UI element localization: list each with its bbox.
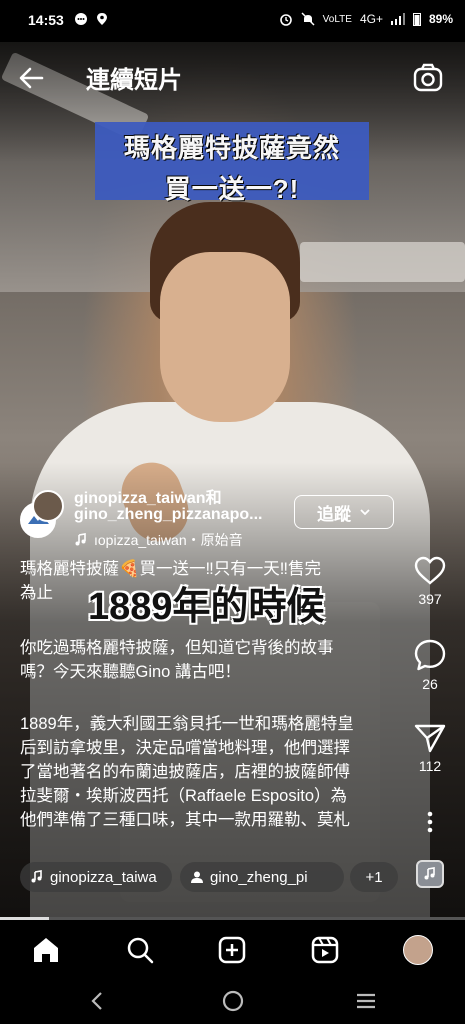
video-subtitle: 1889年的時候 bbox=[88, 586, 325, 628]
battery-icon bbox=[412, 13, 421, 26]
volte-icon: VoLTE bbox=[322, 13, 352, 25]
mute-icon bbox=[301, 12, 315, 26]
chevron-down-icon bbox=[360, 509, 370, 516]
chat-icon bbox=[75, 13, 87, 25]
caption-line: 拉斐爾・埃斯波西托（Raffaele Esposito）為 bbox=[20, 787, 348, 805]
system-recents-icon[interactable] bbox=[354, 990, 378, 1012]
nav-home[interactable] bbox=[31, 935, 61, 965]
more-button[interactable] bbox=[410, 810, 450, 834]
back-arrow-icon bbox=[19, 67, 44, 89]
comment-icon bbox=[414, 639, 446, 671]
home-icon bbox=[34, 938, 58, 962]
comment-button[interactable]: 26 bbox=[410, 638, 450, 692]
signal-icon bbox=[390, 13, 405, 25]
music-chip[interactable]: ginopizza_taiwa bbox=[20, 862, 172, 892]
caption-line: 1889年，義大利國王翁貝托一世和瑪格麗特皇 bbox=[20, 715, 354, 733]
share-icon bbox=[414, 724, 446, 753]
share-button[interactable]: 112 bbox=[410, 722, 450, 774]
alarm-icon bbox=[279, 14, 292, 26]
more-chip-label: +1 bbox=[365, 868, 383, 886]
caption-paragraph[interactable]: 1889年，義大利國王翁貝托一世和瑪格麗特皇 后到訪拿坡里，決定品嚐當地料理，他… bbox=[20, 712, 405, 832]
nav-create[interactable] bbox=[217, 935, 247, 965]
comment-count: 26 bbox=[422, 676, 438, 692]
back-button[interactable] bbox=[16, 60, 52, 96]
system-home-icon[interactable] bbox=[221, 989, 245, 1013]
follow-button[interactable]: 追蹤 bbox=[294, 495, 394, 529]
status-time: 14:53 bbox=[28, 12, 64, 28]
music-note-icon bbox=[75, 533, 86, 546]
reels-icon bbox=[311, 936, 339, 964]
author-name-line-1[interactable]: ginopizza_taiwan和 bbox=[74, 484, 222, 508]
camera-button[interactable] bbox=[410, 60, 446, 96]
battery-percent: 89% bbox=[428, 12, 453, 26]
search-icon bbox=[127, 937, 154, 964]
music-note-icon bbox=[424, 867, 435, 880]
system-icons: VoLTE 4G+ 89% bbox=[279, 12, 453, 26]
more-icon bbox=[427, 811, 433, 833]
location-icon bbox=[97, 13, 107, 25]
network-type: 4G+ bbox=[359, 12, 383, 26]
nav-profile-avatar[interactable] bbox=[403, 935, 433, 965]
notification-icons bbox=[74, 12, 108, 26]
caption-paragraph[interactable]: 你吃過瑪格麗特披薩，但知道它背後的故事 嗎？今天來聽聽Gino 講古吧！ bbox=[20, 636, 405, 684]
banner-line-2: 買一送一?! bbox=[164, 174, 300, 204]
music-note-icon bbox=[31, 870, 42, 883]
like-button[interactable]: 397 bbox=[410, 555, 450, 607]
page-title: 連續短片 bbox=[86, 67, 182, 94]
system-nav-bar bbox=[0, 978, 465, 1024]
create-icon bbox=[218, 936, 246, 964]
more-chip[interactable]: +1 bbox=[350, 862, 398, 892]
video-person-face bbox=[160, 252, 290, 422]
audio-thumbnail[interactable] bbox=[416, 860, 444, 888]
collaborator-chip-label: gino_zheng_pi bbox=[210, 868, 308, 886]
audio-text: ıopizza_taiwan・原始音 bbox=[94, 532, 243, 548]
nav-search[interactable] bbox=[125, 935, 155, 965]
video-title-banner: 瑪格麗特披薩竟然 買一送一?! bbox=[95, 122, 369, 204]
caption-line: 了當地著名的布蘭迪披薩店，店裡的披薩師傅 bbox=[20, 763, 350, 781]
avatar[interactable] bbox=[32, 490, 64, 522]
caption-line: 嗎？今天來聽聽Gino 講古吧！ bbox=[20, 663, 241, 681]
caption-line: 后到訪拿坡里，決定品嚐當地料理，他們選擇 bbox=[20, 739, 350, 757]
status-bar: 14:53 VoLTE 4G+ 89% bbox=[0, 0, 465, 42]
system-back-icon[interactable] bbox=[88, 990, 108, 1012]
music-chip-label: ginopizza_taiwa bbox=[50, 868, 157, 886]
caption-line: 他們準備了三種口味，其中一款用羅勒、莫札 bbox=[20, 811, 350, 829]
follow-label: 追蹤 bbox=[317, 504, 351, 524]
video-duct bbox=[300, 242, 465, 282]
heart-icon bbox=[414, 556, 446, 585]
person-icon bbox=[191, 871, 203, 883]
nav-reels[interactable] bbox=[310, 935, 340, 965]
original-audio-link[interactable]: ıopizza_taiwan・原始音 bbox=[74, 530, 243, 550]
like-count: 397 bbox=[418, 591, 442, 607]
author-name-line-2[interactable]: gino_zheng_pizzanapo... bbox=[74, 506, 262, 524]
caption-line: 你吃過瑪格麗特披薩，但知道它背後的故事 bbox=[20, 639, 334, 657]
camera-icon bbox=[413, 63, 443, 92]
share-count: 112 bbox=[418, 758, 442, 774]
banner-line-1: 瑪格麗特披薩竟然 bbox=[123, 133, 340, 163]
collaborator-chip[interactable]: gino_zheng_pi bbox=[180, 862, 344, 892]
